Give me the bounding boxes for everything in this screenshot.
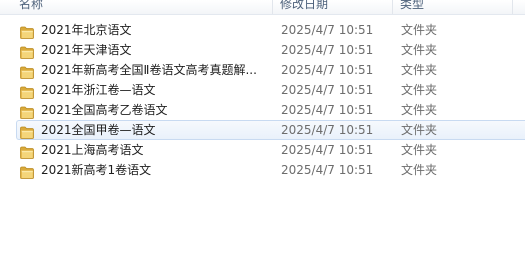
item-date: 2025/4/7 10:51 — [281, 103, 374, 117]
item-name: 2021上海高考语文 — [41, 143, 144, 157]
list-item[interactable]: 2021上海高考语文 2025/4/7 10:51 文件夹 — [16, 140, 525, 160]
list-item[interactable]: 2021年浙江卷—语文 2025/4/7 10:51 文件夹 — [16, 80, 525, 100]
list-item[interactable]: 2021年天津语文 2025/4/7 10:51 文件夹 — [16, 40, 525, 60]
column-divider[interactable] — [512, 0, 513, 14]
list-item-selected[interactable]: 2021全国甲卷—语文 2025/4/7 10:51 文件夹 — [16, 120, 525, 140]
column-divider[interactable] — [392, 0, 393, 14]
column-header-date[interactable]: 修改日期 — [280, 0, 390, 14]
folder-icon — [20, 104, 34, 119]
folder-icon — [20, 24, 34, 39]
item-date: 2025/4/7 10:51 — [281, 143, 374, 157]
item-name: 2021年浙江卷—语文 — [41, 83, 156, 97]
column-header-name[interactable]: 名称 — [19, 0, 270, 14]
item-date: 2025/4/7 10:51 — [281, 23, 374, 37]
list-item[interactable]: 2021年新高考全国Ⅱ卷语文高考真题解... 2025/4/7 10:51 文件… — [16, 60, 525, 80]
item-name: 2021年天津语文 — [41, 43, 132, 57]
column-divider[interactable] — [272, 0, 273, 14]
folder-icon — [20, 44, 34, 59]
item-name: 2021全国高考乙卷语文 — [41, 103, 168, 117]
item-type: 文件夹 — [401, 83, 438, 97]
item-date: 2025/4/7 10:51 — [281, 83, 374, 97]
folder-icon — [20, 144, 34, 159]
item-date: 2025/4/7 10:51 — [281, 123, 374, 137]
list-item[interactable]: 2021年北京语文 2025/4/7 10:51 文件夹 — [16, 20, 525, 40]
list-item[interactable]: 2021新高考1卷语文 2025/4/7 10:51 文件夹 — [16, 160, 525, 180]
item-type: 文件夹 — [401, 163, 438, 177]
file-list: 2021年北京语文 2025/4/7 10:51 文件夹 2021年天津语文 2… — [0, 20, 525, 180]
list-item[interactable]: 2021全国高考乙卷语文 2025/4/7 10:51 文件夹 — [16, 100, 525, 120]
column-header-type[interactable]: 类型 — [400, 0, 510, 14]
folder-icon — [20, 164, 34, 179]
item-name: 2021全国甲卷—语文 — [41, 123, 156, 137]
folder-icon — [20, 64, 34, 79]
item-name: 2021年北京语文 — [41, 23, 132, 37]
folder-icon — [20, 84, 34, 99]
item-name: 2021年新高考全国Ⅱ卷语文高考真题解... — [41, 63, 257, 77]
item-date: 2025/4/7 10:51 — [281, 43, 374, 57]
item-type: 文件夹 — [401, 63, 438, 77]
item-date: 2025/4/7 10:51 — [281, 163, 374, 177]
file-explorer: 名称 修改日期 类型 2021年北京语文 2025/4/7 10:51 文件夹 … — [0, 0, 525, 259]
item-type: 文件夹 — [401, 143, 438, 157]
item-type: 文件夹 — [401, 43, 438, 57]
item-type: 文件夹 — [401, 123, 438, 137]
item-name: 2021新高考1卷语文 — [41, 163, 152, 177]
folder-icon — [20, 124, 34, 139]
item-type: 文件夹 — [401, 103, 438, 117]
column-header-bar: 名称 修改日期 类型 — [0, 0, 525, 15]
item-date: 2025/4/7 10:51 — [281, 63, 374, 77]
item-type: 文件夹 — [401, 23, 438, 37]
